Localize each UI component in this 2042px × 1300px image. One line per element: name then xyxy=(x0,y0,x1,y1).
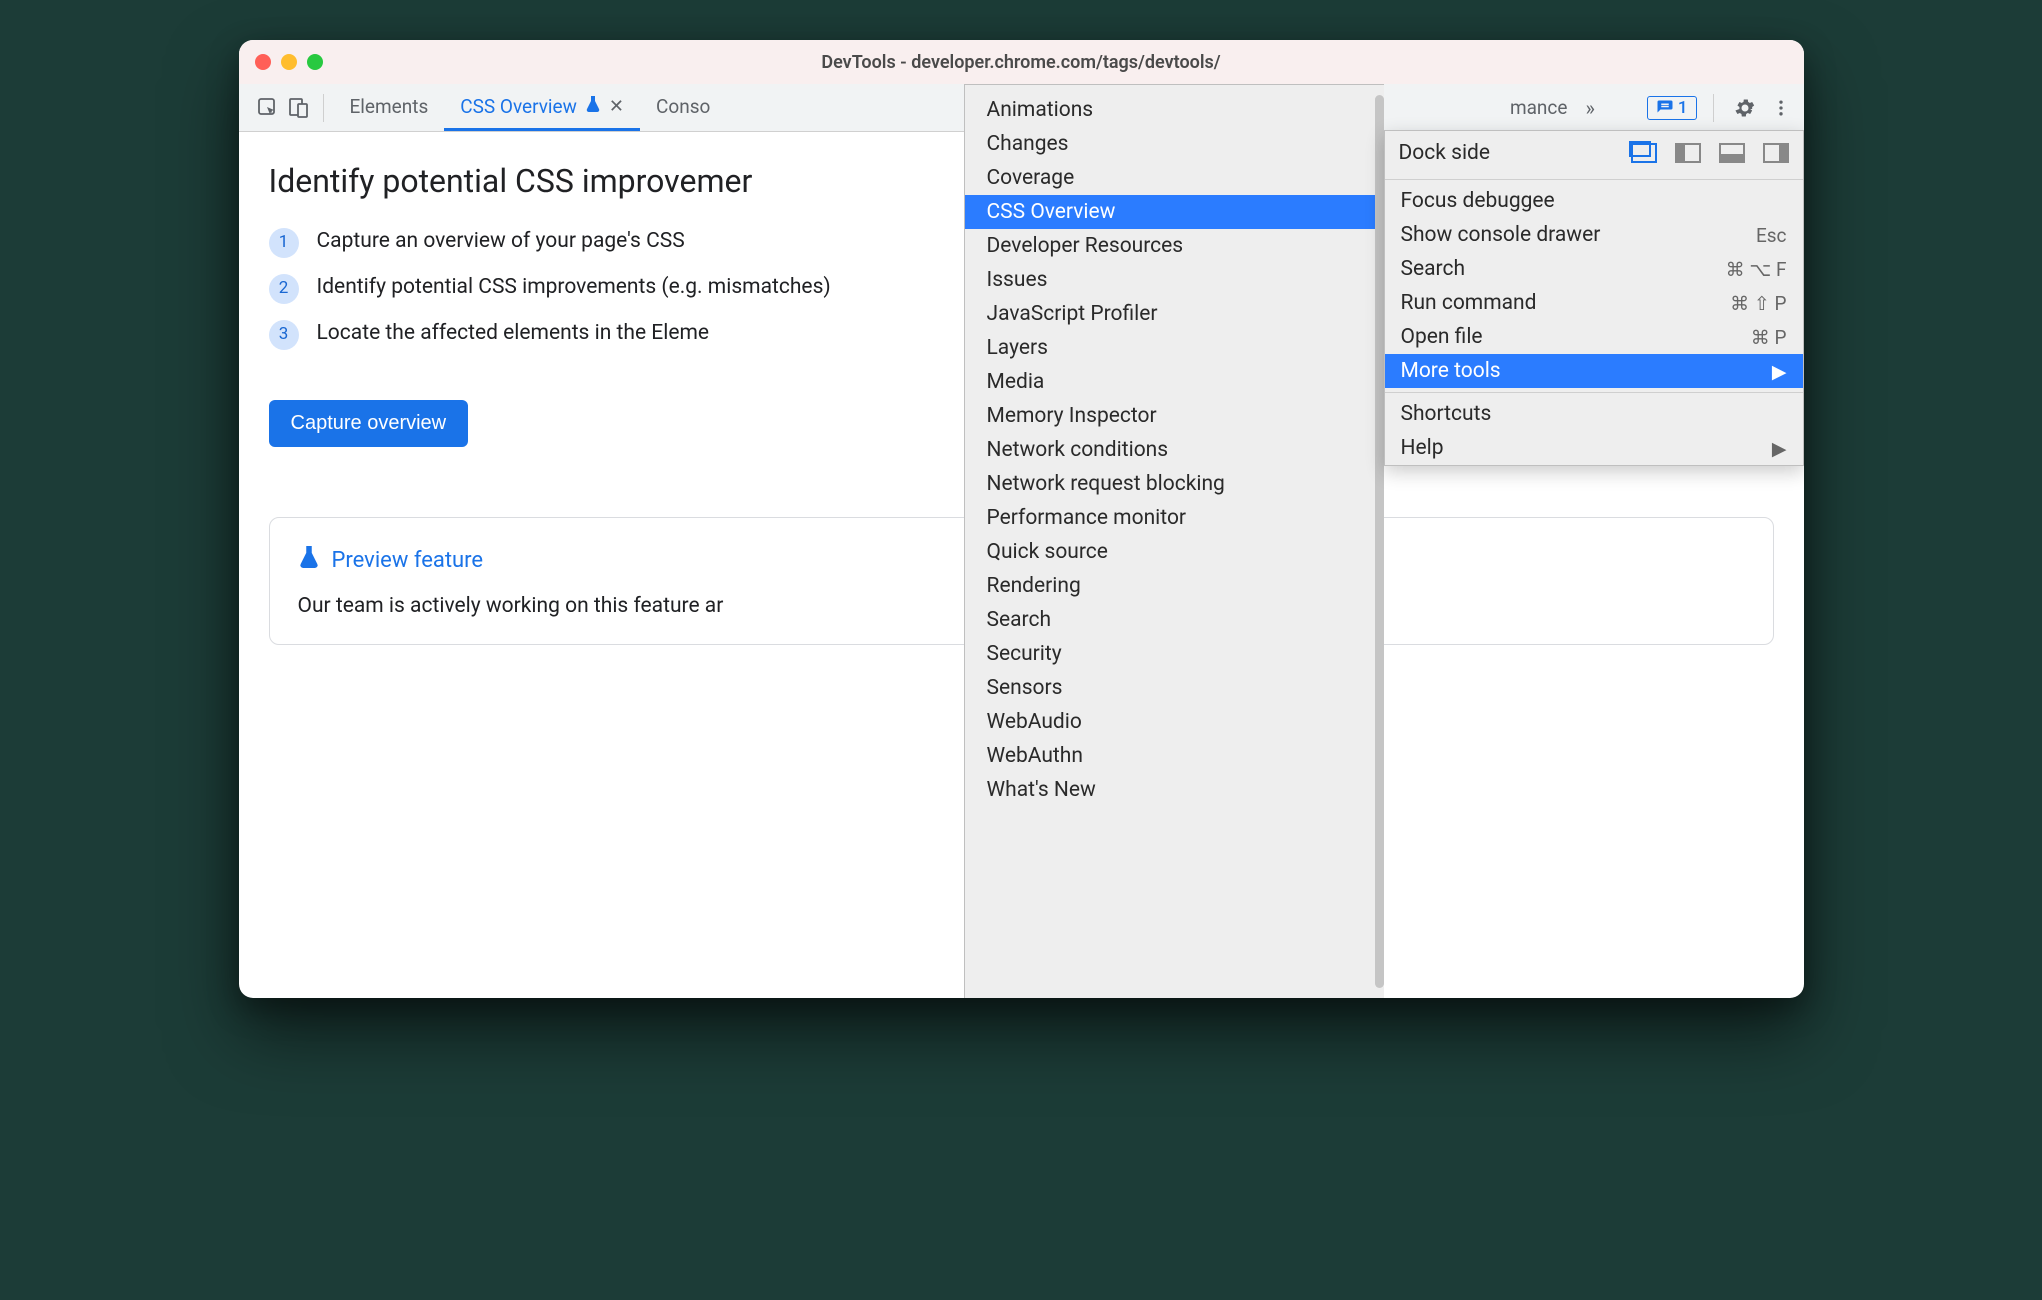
tab-console[interactable]: Conso xyxy=(640,84,726,131)
submenu-item[interactable]: Coverage xyxy=(965,161,1384,195)
step-text: Locate the affected elements in the Elem… xyxy=(317,318,710,350)
more-tabs-chevron-icon[interactable]: » xyxy=(1585,96,1594,120)
devtools-window: DevTools - developer.chrome.com/tags/dev… xyxy=(239,40,1804,998)
dock-right-icon[interactable] xyxy=(1763,143,1789,163)
menu-item[interactable]: Focus debuggee xyxy=(1385,184,1803,218)
submenu-item[interactable]: Changes xyxy=(965,127,1384,161)
submenu-arrow-icon: ▶ xyxy=(1772,360,1787,383)
overflow-tab-fragment[interactable]: mance xyxy=(1510,96,1568,119)
menu-item[interactable]: Search⌘ ⌥ F xyxy=(1385,252,1803,286)
capture-overview-button[interactable]: Capture overview xyxy=(269,400,469,447)
device-toggle-icon[interactable] xyxy=(283,93,313,123)
panel-tabs: Elements CSS Overview ✕ Conso xyxy=(334,84,727,131)
menu-item-label: Show console drawer xyxy=(1401,223,1756,247)
card-body-text: Our team is actively working on this fea… xyxy=(298,594,724,618)
menu-item[interactable]: Show console drawerEsc xyxy=(1385,218,1803,252)
menu-item[interactable]: Shortcuts xyxy=(1385,397,1803,431)
submenu-item[interactable]: Security xyxy=(965,637,1384,671)
submenu-item[interactable]: Search xyxy=(965,603,1384,637)
submenu-item[interactable]: Quick source xyxy=(965,535,1384,569)
dock-left-icon[interactable] xyxy=(1675,143,1701,163)
dock-side-options xyxy=(1631,143,1789,163)
menu-item-shortcut: ⌘ ⇧ P xyxy=(1730,292,1786,315)
flask-icon xyxy=(298,544,320,576)
tab-label: Elements xyxy=(350,95,429,118)
flask-icon xyxy=(585,95,601,118)
more-tools-submenu: AnimationsChangesCoverageCSS OverviewDev… xyxy=(964,84,1384,998)
submenu-item[interactable]: Layers xyxy=(965,331,1384,365)
menu-separator xyxy=(1385,179,1803,180)
menu-item-shortcut: ⌘ ⌥ F xyxy=(1726,258,1787,281)
submenu-item[interactable]: What's New xyxy=(965,773,1384,807)
menu-item[interactable]: Run command⌘ ⇧ P xyxy=(1385,286,1803,320)
step-number: 1 xyxy=(269,228,299,258)
menu-item-label: More tools xyxy=(1401,359,1772,383)
dock-bottom-icon[interactable] xyxy=(1719,143,1745,163)
submenu-item[interactable]: Sensors xyxy=(965,671,1384,705)
tab-css-overview[interactable]: CSS Overview ✕ xyxy=(444,84,640,131)
chat-icon xyxy=(1656,99,1674,117)
close-window-button[interactable] xyxy=(255,54,271,70)
inspect-element-icon[interactable] xyxy=(253,93,283,123)
submenu-item[interactable]: Memory Inspector xyxy=(965,399,1384,433)
menu-item-label: Focus debuggee xyxy=(1401,189,1787,213)
step-text: Capture an overview of your page's CSS xyxy=(317,226,685,258)
menu-item-label: Shortcuts xyxy=(1401,402,1787,426)
submenu-item[interactable]: WebAuthn xyxy=(965,739,1384,773)
tab-label: CSS Overview xyxy=(460,95,577,118)
dock-side-row: Dock side xyxy=(1385,131,1803,175)
dock-side-label: Dock side xyxy=(1399,141,1613,165)
kebab-menu-icon[interactable] xyxy=(1766,93,1796,123)
menu-item-shortcut: ▶ xyxy=(1772,437,1787,460)
window-title: DevTools - developer.chrome.com/tags/dev… xyxy=(239,52,1804,73)
submenu-item[interactable]: Performance monitor xyxy=(965,501,1384,535)
tab-label: Conso xyxy=(656,95,710,118)
menu-item-shortcut: ⌘ P xyxy=(1751,326,1787,349)
step-number: 2 xyxy=(269,274,299,304)
window-controls xyxy=(255,54,323,70)
submenu-item[interactable]: Network conditions xyxy=(965,433,1384,467)
submenu-scrollbar[interactable] xyxy=(1375,95,1384,988)
step-number: 3 xyxy=(269,320,299,350)
dock-undock-icon[interactable] xyxy=(1631,143,1657,163)
toolbar-right: mance » 1 xyxy=(1510,93,1796,123)
toolbar-separator xyxy=(323,94,324,122)
menu-item[interactable]: Help▶ xyxy=(1385,431,1803,465)
step-text: Identify potential CSS improvements (e.g… xyxy=(317,272,831,304)
menu-item-shortcut: Esc xyxy=(1756,224,1787,247)
submenu-item[interactable]: Issues xyxy=(965,263,1384,297)
maximize-window-button[interactable] xyxy=(307,54,323,70)
tab-elements[interactable]: Elements xyxy=(334,84,445,131)
issues-count: 1 xyxy=(1678,98,1688,118)
close-tab-icon[interactable]: ✕ xyxy=(609,96,624,117)
menu-item-label: Help xyxy=(1401,436,1772,460)
menu-item-label: Open file xyxy=(1401,325,1751,349)
submenu-item[interactable]: Rendering xyxy=(965,569,1384,603)
menu-separator xyxy=(1385,392,1803,393)
card-title: Preview feature xyxy=(332,548,484,573)
minimize-window-button[interactable] xyxy=(281,54,297,70)
menu-item-label: Search xyxy=(1401,257,1726,281)
submenu-item[interactable]: Animations xyxy=(965,93,1384,127)
submenu-item[interactable]: Developer Resources xyxy=(965,229,1384,263)
submenu-item[interactable]: CSS Overview xyxy=(965,195,1384,229)
submenu-item[interactable]: JavaScript Profiler xyxy=(965,297,1384,331)
kebab-menu: Dock side Focus debuggee Show console dra… xyxy=(1384,130,1804,466)
submenu-item[interactable]: Network request blocking xyxy=(965,467,1384,501)
titlebar: DevTools - developer.chrome.com/tags/dev… xyxy=(239,40,1804,84)
menu-more-tools[interactable]: More tools ▶ xyxy=(1385,354,1803,388)
submenu-item[interactable]: WebAudio xyxy=(965,705,1384,739)
toolbar-separator xyxy=(1713,94,1714,122)
settings-gear-icon[interactable] xyxy=(1730,93,1760,123)
menu-item-label: Run command xyxy=(1401,291,1731,315)
menu-item[interactable]: Open file⌘ P xyxy=(1385,320,1803,354)
submenu-item[interactable]: Media xyxy=(965,365,1384,399)
issues-badge[interactable]: 1 xyxy=(1647,96,1697,120)
